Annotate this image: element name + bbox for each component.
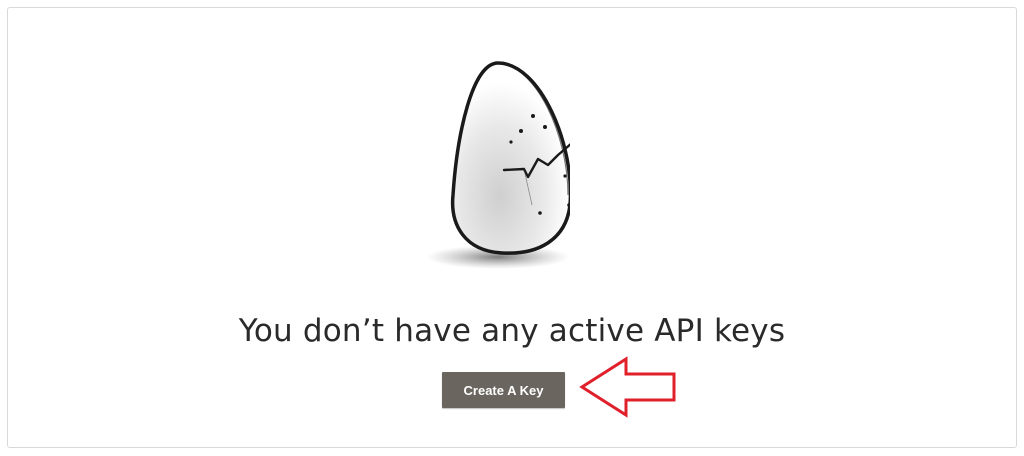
cracked-egg-icon (426, 61, 570, 269)
empty-state-title: You don’t have any active API keys (238, 313, 786, 349)
arrow-left-icon (579, 356, 676, 418)
create-key-button[interactable]: Create A Key (442, 372, 565, 408)
